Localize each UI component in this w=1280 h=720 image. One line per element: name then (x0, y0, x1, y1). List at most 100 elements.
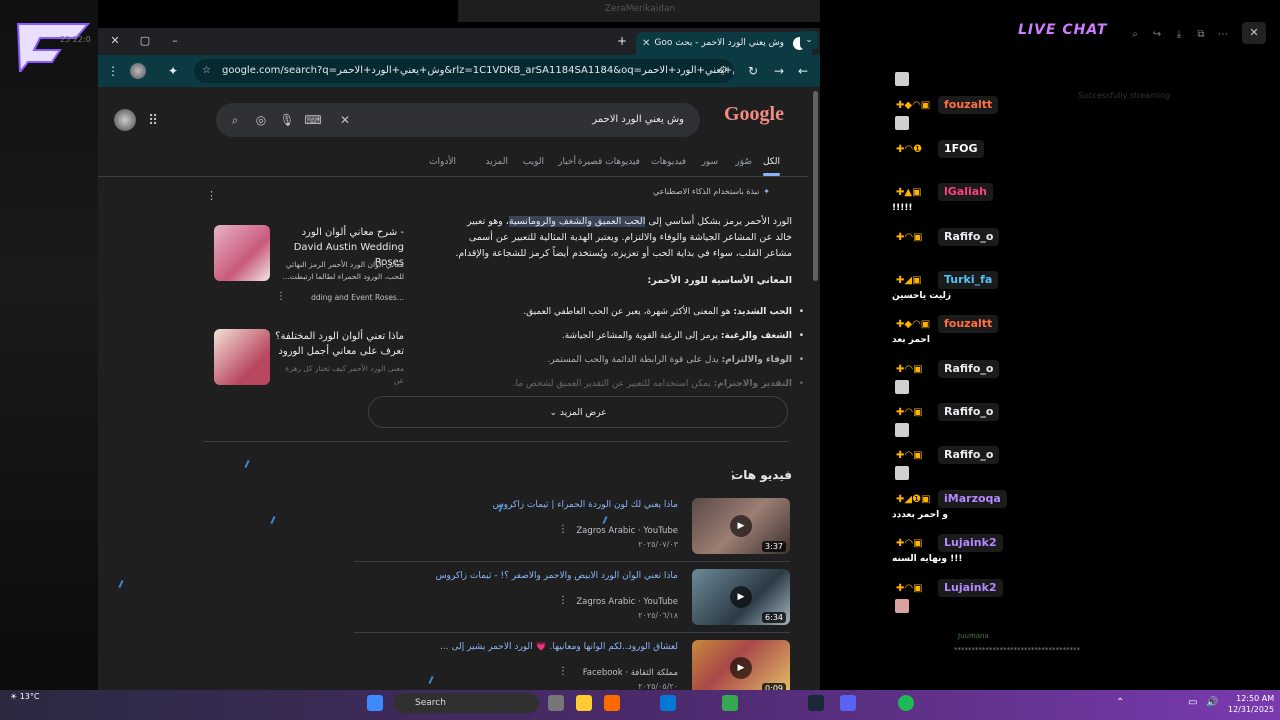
source-card[interactable]: شرح معاني ألوان الورد - David Austin Wed… (208, 219, 414, 325)
scrollbar[interactable] (813, 91, 818, 281)
tab-all[interactable]: الكل (762, 157, 781, 176)
profile-avatar[interactable] (130, 63, 146, 79)
chat-username[interactable]: Lujaink2 (938, 579, 1003, 597)
close-window-icon[interactable]: ✕ (104, 32, 126, 50)
new-tab-button[interactable]: + (612, 32, 632, 50)
video-title[interactable]: ماذا يعني لك لون الوردة الحمراء | ثيمات … (358, 500, 678, 510)
chrome-icon[interactable] (722, 695, 738, 711)
discord-icon[interactable] (840, 695, 856, 711)
tab-videos[interactable]: فيديوهات (651, 157, 686, 167)
video-source: Facebook · مملكة الثقافة (582, 668, 678, 678)
outlook-icon[interactable] (660, 695, 676, 711)
download-icon[interactable]: ⤓ (1168, 24, 1190, 46)
lens-icon[interactable]: ◎ (252, 111, 270, 129)
back-icon[interactable]: ← (794, 62, 812, 80)
close-tab-icon[interactable]: ✕ (642, 32, 650, 55)
close-chat-icon[interactable]: ✕ (1242, 22, 1266, 44)
tab-news[interactable]: أخبار (558, 157, 576, 167)
chat-username[interactable]: Turki_fa (938, 271, 999, 289)
video-menu-icon[interactable]: ⋮ (558, 666, 568, 677)
video-title[interactable]: ماذا تعني ألوان الورد الابيض والاحمر وال… (358, 571, 678, 581)
start-icon[interactable] (367, 695, 383, 711)
chat-username[interactable]: Rafifo_o (938, 228, 1000, 246)
video-title[interactable]: لعشاق الورود..لكم ألوانها ومعانيها. 💗 ال… (358, 642, 678, 652)
reload-icon[interactable]: ↻ (744, 62, 762, 80)
avatar-emote (895, 380, 909, 394)
chat-username[interactable]: fouzaltt (938, 96, 999, 114)
tab-tools[interactable]: الأدوات (429, 157, 456, 167)
popout-icon[interactable]: ⧉ (1190, 24, 1212, 46)
taskbar-search[interactable]: Search (393, 693, 539, 713)
ai-bullet: التقدير والاحترام: يمكن استخدامه للتعبير… (476, 377, 806, 391)
puzzle-icon[interactable]: ✦ (164, 62, 182, 80)
video-result[interactable]: ▶ 6:34 ماذا تعني ألوان الورد الابيض والا… (352, 569, 790, 627)
apps-grid-icon[interactable]: ⠿ (148, 113, 158, 129)
video-menu-icon[interactable]: ⋮ (558, 524, 568, 535)
chat-text: و احمر بعددد (892, 510, 948, 520)
google-doodle-logo[interactable]: Google (724, 103, 794, 133)
chat-username[interactable]: Rafifo_o (938, 446, 1000, 464)
video-result[interactable]: ▶ 3:37 ماذا يعني لك لون الوردة الحمراء |… (352, 498, 790, 556)
card-snippet: معاني ألوان الورد الأحمر الرمز النهائي ل… (282, 260, 404, 281)
chat-text: زليت ياحسين (892, 291, 952, 301)
video-duration: 3:37 (762, 541, 786, 552)
steam-icon[interactable] (808, 695, 824, 711)
badge-icons: ✚◠▣ (896, 232, 923, 243)
tab-images[interactable]: صُوَر (735, 157, 752, 167)
divider (354, 561, 790, 562)
firefox-icon[interactable] (604, 695, 620, 711)
show-more-button[interactable]: عرض المزيد ⌄ (368, 396, 788, 428)
chat-username[interactable]: lGaliah (938, 183, 994, 201)
mic-icon[interactable]: 🎙 (278, 111, 296, 129)
forward-icon[interactable]: → (770, 62, 788, 80)
maximize-window-icon[interactable]: ▢ (134, 32, 156, 50)
minimize-window-icon[interactable]: – (164, 32, 186, 50)
chat-username[interactable]: 1FOG (938, 140, 984, 158)
spotify-icon[interactable] (898, 695, 914, 711)
card-menu-icon[interactable]: ⋮ (276, 291, 286, 302)
share-icon[interactable]: ↪ (1146, 24, 1168, 46)
card-thumbnail (214, 225, 270, 281)
search-box[interactable]: ⌕ ◎ 🎙 ⌨ ✕ وش يعني الورد الاحمر (216, 103, 700, 137)
source-card[interactable]: ماذا تعني ألوان الورد المختلفة؟ تعرف على… (208, 323, 414, 385)
search-icon[interactable]: ⌕ (226, 111, 244, 129)
tab-search[interactable]: وش يعني الورد الاحمر - بحث Goo ✕ (636, 32, 812, 55)
ai-overview-menu-icon[interactable]: ⋮ (206, 189, 217, 202)
tab-more[interactable]: المزيد (485, 157, 508, 167)
tune-icon[interactable]: ⚙ (719, 59, 728, 83)
video-menu-icon[interactable]: ⋮ (558, 595, 568, 606)
chat-username[interactable]: fouzaltt (938, 315, 999, 333)
task-view-icon[interactable] (548, 695, 564, 711)
clear-icon[interactable]: ✕ (336, 111, 354, 129)
chat-username[interactable]: Rafifo_o (938, 403, 1000, 421)
avatar-emote (895, 423, 909, 437)
tray-chevron-icon[interactable]: ⌃ (1116, 697, 1124, 708)
address-bar[interactable]: ☆ google.com/search?q=وش+يعني+الورد+الاح… (194, 59, 734, 83)
zoom-icon[interactable]: ⌕ (1124, 24, 1146, 46)
tab-sor[interactable]: سور (701, 157, 718, 167)
keyboard-icon[interactable]: ⌨ (304, 111, 322, 129)
weather-widget[interactable]: ☀ 13°C (10, 692, 39, 701)
more-icon[interactable]: ⋯ (1212, 24, 1234, 46)
kebab-menu-icon[interactable]: ⋮ (104, 62, 122, 80)
chat-username[interactable]: Rafifo_o (938, 360, 1000, 378)
tab-shorts[interactable]: فيديوهات قصيرة (578, 157, 640, 167)
chat-username[interactable]: Lujaink2 (938, 534, 1003, 552)
network-icon[interactable]: ▭ (1188, 697, 1197, 708)
taskbar-clock[interactable]: 12:50 AM 12/31/2025 (1228, 693, 1274, 715)
chat-username[interactable]: iMarzoqa (938, 490, 1007, 508)
tab-web[interactable]: الويب (523, 157, 544, 167)
divider (354, 632, 790, 633)
videos-menu-icon[interactable]: ⋮ (727, 469, 738, 482)
volume-icon[interactable]: 🔊 (1206, 697, 1218, 708)
badge-icons: ✚◠▣ (896, 407, 923, 418)
tab-title: وش يعني الورد الاحمر - بحث Goo (654, 38, 784, 48)
file-explorer-icon[interactable] (576, 695, 592, 711)
videos-heading: فيديو هات (731, 468, 792, 482)
account-avatar[interactable] (114, 109, 136, 131)
tab-search-dropdown-icon[interactable]: ⌄ (800, 31, 818, 49)
star-icon[interactable]: ☆ (202, 59, 211, 83)
badge-icons: ✚◢❶▣ (896, 494, 931, 505)
ai-bullet: الوفاء والالتزام: يدل على قوة الرابطة ال… (476, 353, 806, 367)
ai-bullet: الشغف والرغبة: يرمز إلى الرغبة القوية وا… (476, 329, 806, 343)
